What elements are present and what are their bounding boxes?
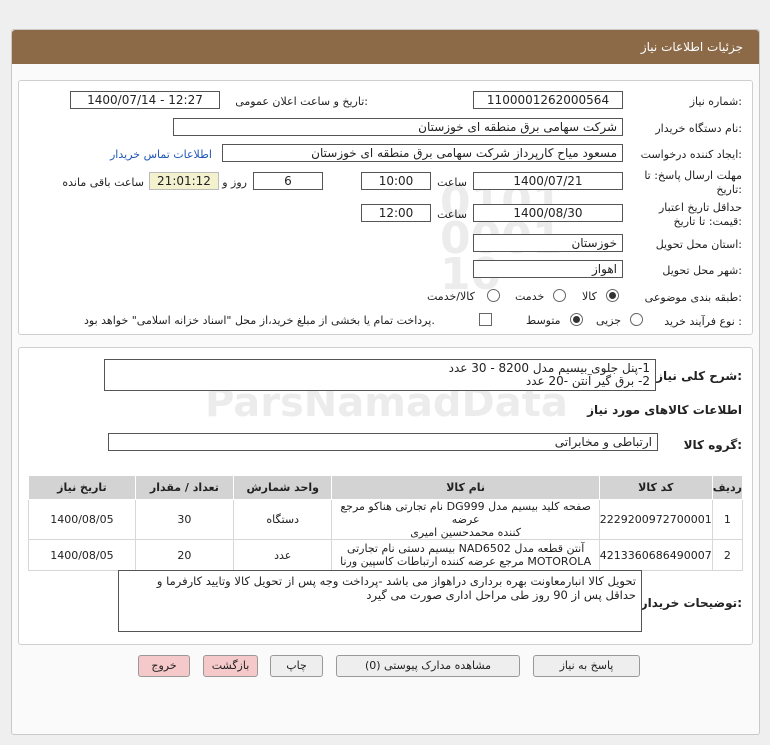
category-radio-goods[interactable] — [606, 289, 619, 302]
col-code: کد کالا — [598, 475, 713, 500]
treasury-note: پرداخت تمام یا بخشی از مبلغ خرید،از محل … — [84, 314, 435, 327]
buyer-notes-line-1: تحویل کالا انبارمعاونت بهره برداری دراهو… — [156, 574, 636, 588]
validity-date-field[interactable]: 1400/08/30 — [473, 204, 623, 222]
need-number-field[interactable]: 1100001262000564 — [473, 91, 623, 109]
exit-button[interactable]: خروج — [138, 655, 190, 677]
category-label: طبقه بندی موضوعی: — [644, 291, 742, 304]
city-label: شهر محل تحویل: — [662, 264, 742, 277]
category-option-goods: کالا — [582, 290, 597, 303]
category-radio-service[interactable] — [553, 289, 566, 302]
print-button[interactable]: چاپ — [270, 655, 323, 677]
table-header-row: ردیف کد کالا نام کالا واحد شمارش تعداد /… — [28, 475, 744, 500]
reply-deadline-label-2: تاریخ: — [716, 183, 742, 196]
city-field[interactable]: اهواز — [473, 260, 623, 278]
validity-label-2: قیمت: تا تاریخ: — [673, 215, 742, 228]
reply-date-field[interactable]: 1400/07/21 — [473, 172, 623, 190]
need-number-label: شماره نیاز: — [689, 95, 742, 108]
province-field[interactable]: خوزستان — [473, 234, 623, 252]
cell-name-line: MOTOROLA مرجع عرضه کننده ارتباطات کاسپین… — [340, 555, 592, 568]
col-row: ردیف — [711, 475, 744, 500]
col-date: تاریخ نیاز — [28, 475, 136, 500]
category-radio-goods-service[interactable] — [487, 289, 500, 302]
reply-days-label: روز و — [222, 176, 247, 189]
creator-label: ایجاد کننده درخواست: — [640, 148, 742, 161]
cell-qty: 20 — [134, 539, 234, 571]
col-unit: واحد شمارش — [232, 475, 333, 500]
col-qty: تعداد / مقدار — [134, 475, 234, 500]
buyer-notes-label: توضیحات خریدار: — [640, 596, 742, 610]
buyer-label: نام دستگاه خریدار: — [655, 122, 742, 135]
announce-field[interactable]: 1400/07/14 - 12:27 — [70, 91, 220, 109]
announce-label: تاریخ و ساعت اعلان عمومی: — [235, 95, 368, 108]
cell-code: 4213360686490007 — [598, 539, 713, 571]
cell-unit: دستگاه — [232, 499, 333, 540]
table-row: 1 2229200972700001 صفحه کلید بیسیم مدل D… — [28, 499, 744, 540]
buyer-contact-link[interactable]: اطلاعات تماس خریدار — [110, 148, 212, 161]
cell-name-line: کننده محمدحسین امیری — [410, 526, 522, 539]
process-radio-medium[interactable] — [570, 313, 583, 326]
buyer-notes-line-2: حداقل پس از 90 روز طی مراحل اداری صورت م… — [366, 588, 636, 602]
description-line-2: 2- برق گیر آنتن -20 عدد — [525, 374, 650, 388]
buyer-notes-box: تحویل کالا انبارمعاونت بهره برداری دراهو… — [118, 570, 642, 632]
cell-code: 2229200972700001 — [598, 499, 713, 540]
reply-deadline-label: مهلت ارسال پاسخ: تا — [644, 169, 742, 182]
cell-unit: عدد — [232, 539, 333, 571]
process-label: نوع فرآیند خرید : — [664, 315, 742, 328]
creator-field[interactable]: مسعود میاح کارپرداز شرکت سهامی برق منطقه… — [222, 144, 623, 162]
remaining-time-label: ساعت باقی مانده — [62, 176, 144, 189]
attachments-button[interactable]: مشاهده مدارک پیوستی (0) — [336, 655, 520, 677]
category-option-service: خدمت — [515, 290, 545, 303]
goods-table: ردیف کد کالا نام کالا واحد شمارش تعداد /… — [28, 475, 744, 571]
cell-row: 1 — [711, 499, 744, 540]
cell-name-line: صفحه کلید بیسیم مدل DG999 نام تجارتی هنا… — [340, 500, 591, 526]
buyer-field[interactable]: شرکت سهامی برق منطقه ای خوزستان — [173, 118, 623, 136]
treasury-checkbox[interactable] — [479, 313, 492, 326]
cell-date: 1400/08/05 — [28, 539, 136, 571]
validity-time-field[interactable]: 12:00 — [361, 204, 431, 222]
validity-time-label: ساعت — [437, 208, 467, 221]
goods-section-title: اطلاعات کالاهای مورد نیاز — [587, 403, 742, 417]
process-radio-minor[interactable] — [630, 313, 643, 326]
reply-days-field[interactable]: 6 — [253, 172, 323, 190]
province-label: استان محل تحویل: — [655, 238, 742, 251]
goods-group-field[interactable]: ارتباطی و مخابراتی — [108, 433, 658, 451]
process-option-medium: متوسط — [526, 314, 561, 327]
page-title: جزئیات اطلاعات نیاز — [640, 40, 743, 54]
goods-group-label: گروه کالا: — [683, 438, 742, 452]
reply-time-label: ساعت — [437, 176, 467, 189]
page-header: جزئیات اطلاعات نیاز — [12, 30, 759, 64]
cell-qty: 30 — [134, 499, 234, 540]
table-row: 2 4213360686490007 آنتن قطعه مدل NAD6502… — [28, 539, 744, 571]
reply-button[interactable]: پاسخ به نیاز — [533, 655, 640, 677]
cell-name-line: آنتن قطعه مدل NAD6502 بیسیم دستی نام تجا… — [346, 542, 585, 555]
cell-date: 1400/08/05 — [28, 499, 136, 540]
cell-name: صفحه کلید بیسیم مدل DG999 نام تجارتی هنا… — [331, 499, 600, 540]
validity-label: حداقل تاریخ اعتبار — [658, 201, 742, 214]
cell-name: آنتن قطعه مدل NAD6502 بیسیم دستی نام تجا… — [331, 539, 600, 571]
description-box: 1-پنل جلوی بیسیم مدل 8200 - 30 عدد 2- بر… — [104, 359, 656, 391]
back-button[interactable]: بازگشت — [203, 655, 258, 677]
process-option-minor: جزیی — [596, 314, 622, 327]
cell-row: 2 — [711, 539, 744, 571]
category-option-goods-service: کالا/خدمت — [427, 290, 475, 303]
description-label: شرح کلی نیاز: — [656, 369, 742, 383]
reply-time-field[interactable]: 10:00 — [361, 172, 431, 190]
col-name: نام کالا — [331, 475, 600, 500]
remaining-time-field: 21:01:12 — [149, 172, 219, 190]
